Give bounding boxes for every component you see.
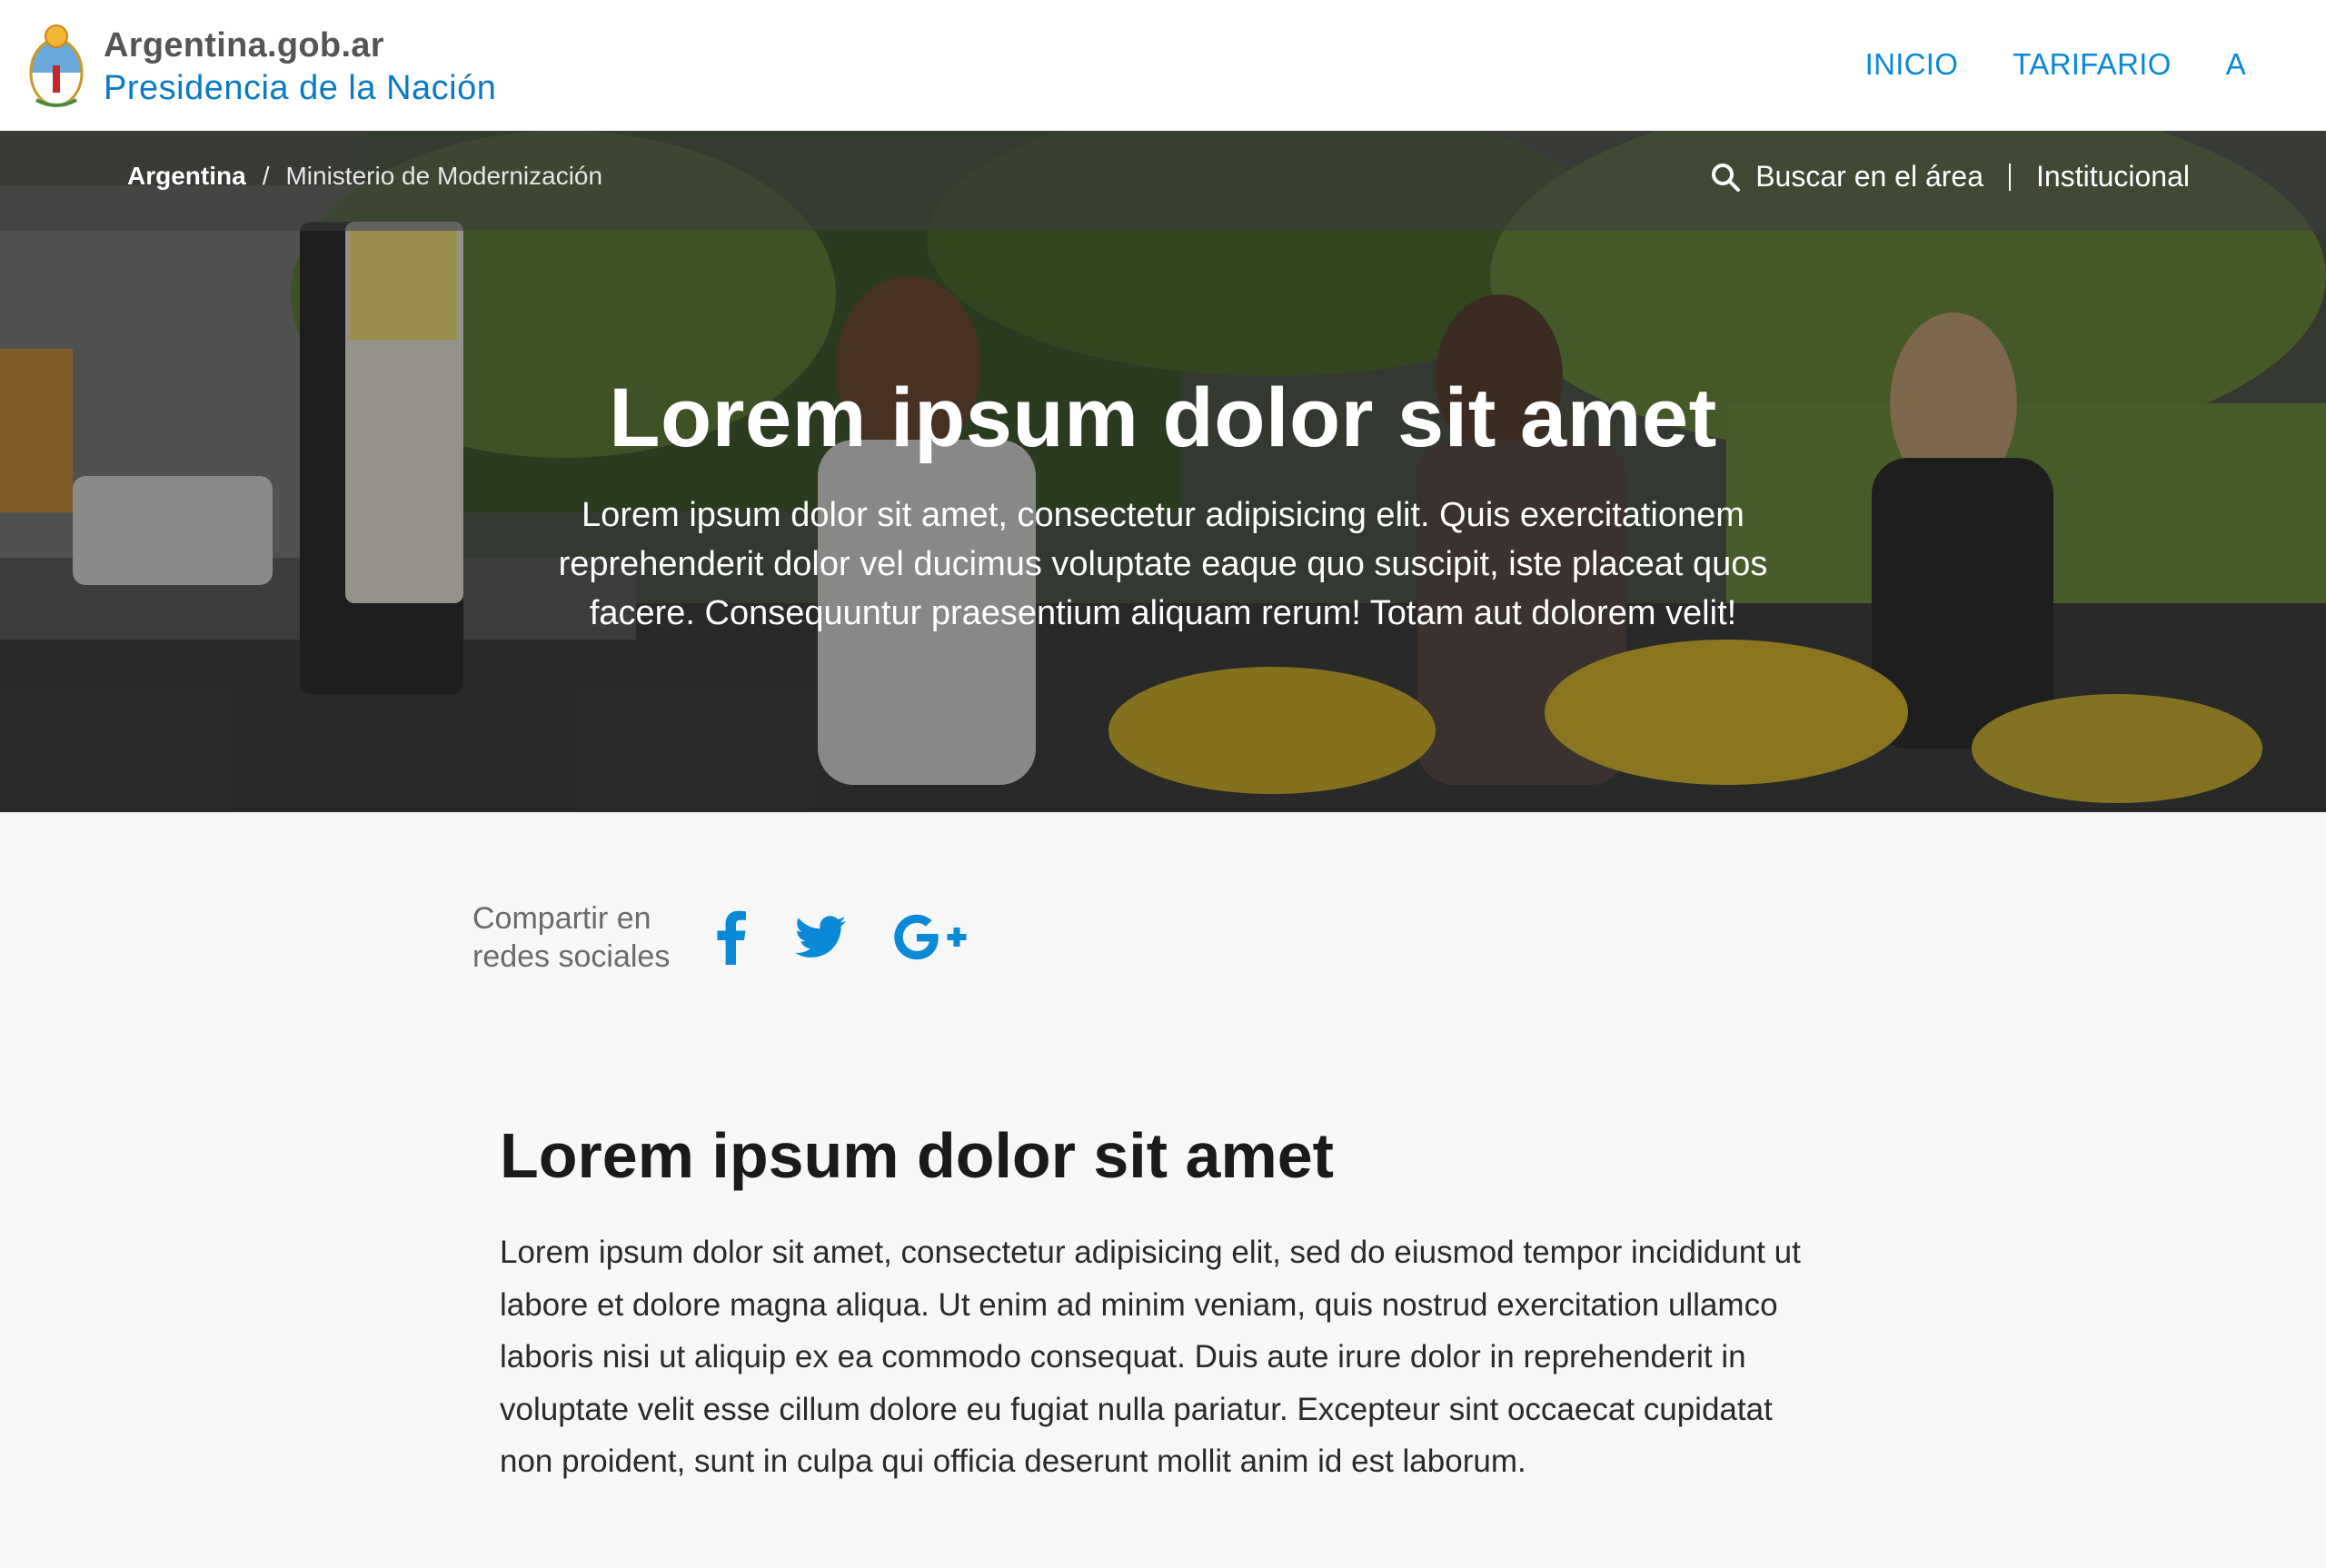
- tools-divider: [2009, 163, 2012, 191]
- share-label-line2: redes sociales: [472, 939, 671, 974]
- share-label: Compartir en redes sociales: [472, 899, 691, 976]
- share-section: Compartir en redes sociales: [472, 899, 967, 976]
- hero-title: Lorem ipsum dolor sit amet: [609, 372, 1717, 464]
- facebook-icon[interactable]: [716, 910, 747, 965]
- nav-link-a[interactable]: A: [2226, 47, 2246, 82]
- top-nav: INICIO TARIFARIO A: [1865, 47, 2246, 82]
- share-icons: [716, 910, 967, 965]
- search-area-link[interactable]: Buscar en el área: [1710, 160, 1983, 194]
- search-icon: [1712, 163, 1741, 192]
- content-title: Lorem ipsum dolor sit amet: [500, 1120, 1334, 1191]
- top-header: Argentina.gob.ar Presidencia de la Nació…: [0, 0, 2326, 131]
- brand-org-name: Presidencia de la Nación: [104, 69, 497, 107]
- coat-of-arms-logo[interactable]: [27, 20, 85, 111]
- share-label-line1: Compartir en: [472, 901, 651, 936]
- nav-link-inicio[interactable]: INICIO: [1865, 47, 1959, 82]
- hero-tools: Buscar en el área Institucional: [1710, 160, 2190, 194]
- breadcrumb-current[interactable]: Ministerio de Modernización: [285, 162, 602, 191]
- breadcrumb-root[interactable]: Argentina: [127, 162, 246, 191]
- hero-banner: [0, 131, 2326, 812]
- breadcrumb-separator: /: [262, 162, 270, 190]
- content-body: Lorem ipsum dolor sit amet, consectetur …: [500, 1235, 1801, 1479]
- brand-site-name: Argentina.gob.ar: [104, 26, 384, 65]
- nav-link-tarifario[interactable]: TARIFARIO: [2013, 47, 2171, 82]
- brand[interactable]: Argentina.gob.ar Presidencia de la Nació…: [104, 24, 496, 109]
- twitter-icon[interactable]: [794, 916, 847, 959]
- google-plus-icon[interactable]: [894, 914, 967, 961]
- institucional-link[interactable]: Institucional: [2036, 160, 2190, 194]
- hero-subtitle: Lorem ipsum dolor sit amet, consectetur …: [558, 496, 1768, 632]
- search-area-label: Buscar en el área: [1755, 160, 1984, 193]
- breadcrumb: Argentina / Ministerio de Modernización: [127, 162, 602, 191]
